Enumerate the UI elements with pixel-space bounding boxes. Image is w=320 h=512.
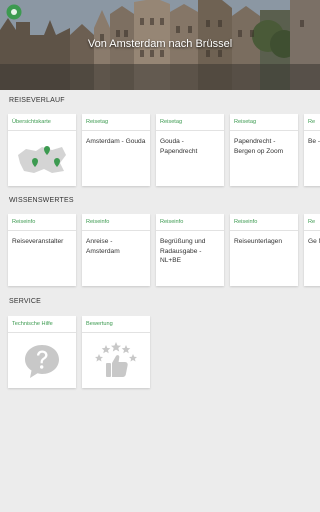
card-reisetag-2[interactable]: Reisetag Gouda - Papendrecht (156, 114, 224, 186)
section-wissenswertes-row: Reiseinfo Reiseveranstalter Reiseinfo An… (0, 214, 320, 289)
card-text: Anreise - Amsterdam (86, 238, 120, 255)
section-wissenswertes-title: WISSENSWERTES (9, 197, 74, 204)
card-reiseinfo-4[interactable]: Reiseinfo Reiseunterlagen (230, 214, 298, 286)
card-uebersichtskarte[interactable]: Übersichtskarte (8, 114, 76, 186)
card-label: Reiseinfo (156, 214, 224, 231)
card-label: Reisetag (230, 114, 298, 131)
card-text: Reiseunterlagen (234, 238, 283, 245)
card-text: Gouda - Papendrecht (160, 138, 198, 155)
section-reiseverlauf-row: Übersichtskarte Reisetag Amsterdam - Gou… (0, 114, 320, 189)
card-text: Ge NL (308, 238, 320, 245)
card-text: Papendrecht - Bergen op Zoom (234, 138, 284, 155)
card-text: Be - A (308, 138, 320, 145)
question-bubble-icon (8, 334, 76, 388)
page-title: Von Amsterdam nach Brüssel (87, 38, 233, 50)
card-reiseinfo-2[interactable]: Reiseinfo Anreise - Amsterdam (82, 214, 150, 286)
card-reisetag-3[interactable]: Reisetag Papendrecht - Bergen op Zoom (230, 114, 298, 186)
card-reiseinfo-5[interactable]: Re Ge NL (304, 214, 320, 286)
card-label: Reiseinfo (230, 214, 298, 231)
section-service-row: Technische Hilfe Bewertung (0, 316, 320, 391)
card-text: Reiseveranstalter (12, 238, 64, 245)
card-label: Reiseinfo (8, 214, 76, 231)
card-label: Übersichtskarte (8, 114, 76, 131)
card-label: Reisetag (156, 114, 224, 131)
card-reisetag-4[interactable]: Re Be - A (304, 114, 320, 186)
header-banner: Von Amsterdam nach Brüssel (0, 0, 320, 90)
card-reiseinfo-3[interactable]: Reiseinfo Begrüßung und Radausgabe - NL+… (156, 214, 224, 286)
card-text: Amsterdam - Gouda (86, 138, 146, 145)
card-label: Re (304, 114, 320, 131)
map-icon (8, 132, 76, 186)
card-label: Technische Hilfe (8, 316, 76, 333)
app-logo-icon[interactable] (6, 4, 22, 20)
card-reisetag-1[interactable]: Reisetag Amsterdam - Gouda (82, 114, 150, 186)
card-label: Reisetag (82, 114, 150, 131)
card-label: Bewertung (82, 316, 150, 333)
card-label: Reiseinfo (82, 214, 150, 231)
section-service-title: SERVICE (9, 298, 42, 305)
section-reiseverlauf-title: REISEVERLAUF (9, 97, 65, 104)
card-bewertung[interactable]: Bewertung (82, 316, 150, 388)
card-text: Begrüßung und Radausgabe - NL+BE (160, 238, 206, 264)
thumbs-up-stars-icon (82, 334, 150, 388)
card-technische-hilfe[interactable]: Technische Hilfe (8, 316, 76, 388)
card-reiseinfo-1[interactable]: Reiseinfo Reiseveranstalter (8, 214, 76, 286)
card-label: Re (304, 214, 320, 231)
